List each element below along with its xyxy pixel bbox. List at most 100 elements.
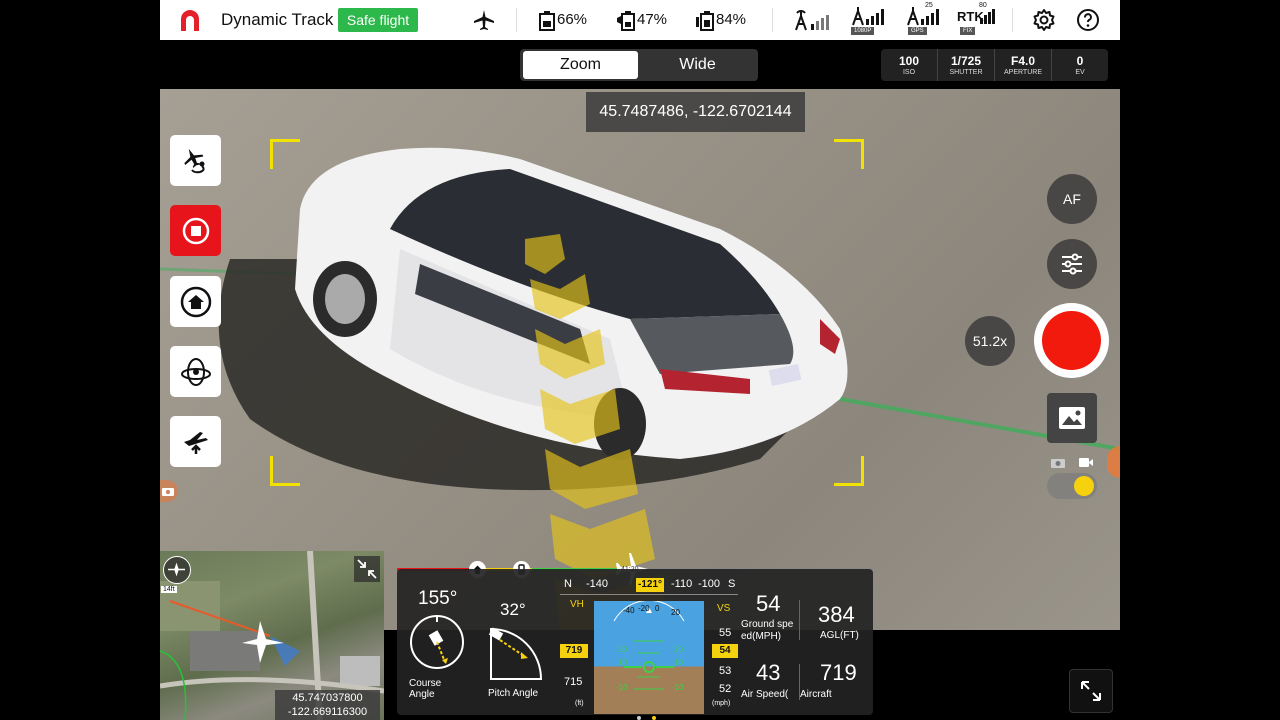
- aircraft-coordinates: 45.747037800 -122.669116300: [275, 690, 380, 720]
- wide-tab[interactable]: Wide: [640, 51, 755, 79]
- iso-param[interactable]: 100 ISO: [881, 49, 938, 81]
- page-dot[interactable]: [637, 716, 641, 720]
- heading-north: N: [564, 578, 572, 590]
- gps-count: 25: [925, 2, 933, 9]
- aircraft-longitude: -122.669116300: [287, 706, 368, 718]
- lens-toggle: Zoom Wide: [520, 49, 758, 81]
- att-top-tick: 0: [655, 604, 660, 613]
- settings-gear-icon[interactable]: [1032, 8, 1056, 32]
- side-panel-tab[interactable]: [1107, 446, 1120, 478]
- video-mode-icon: [1079, 458, 1093, 467]
- app-title: Dynamic Track: [221, 10, 334, 29]
- shutter-value: 1/725: [950, 54, 982, 68]
- separator: [1012, 8, 1013, 32]
- agl-value: 384: [818, 602, 855, 627]
- target-coordinates: 45.7487486, -122.6702144: [586, 92, 805, 132]
- rtk-count: 80: [979, 2, 987, 9]
- attitude-indicator: -40 -20 0 20 20 10 -10 20 10 -10: [594, 601, 704, 714]
- air-speed-value: 43: [756, 660, 781, 685]
- tracking-frame-corner: [834, 139, 864, 169]
- flight-status-badge: Safe flight: [338, 8, 418, 32]
- aircraft-icon[interactable]: [472, 8, 496, 32]
- record-button[interactable]: [1034, 303, 1109, 378]
- att-left-tick: 10: [618, 658, 627, 667]
- air-speed-label: Air Speed(: [741, 689, 789, 700]
- collapse-icon: [357, 559, 377, 579]
- autofocus-button[interactable]: AF: [1047, 174, 1097, 224]
- stop-icon: [182, 217, 209, 244]
- separator: [516, 8, 517, 32]
- home-icon: [180, 286, 211, 317]
- aperture-param[interactable]: F4.0 APERTURE: [995, 49, 1052, 81]
- vh-label: VH: [570, 599, 584, 610]
- video-quality-tag: 1080P: [851, 27, 875, 35]
- switch-knob: [1074, 476, 1094, 496]
- att-left-tick: 20: [618, 645, 627, 654]
- photo-video-switch[interactable]: [1047, 473, 1097, 499]
- remote-battery-icon: [617, 11, 635, 31]
- zoom-tab[interactable]: Zoom: [523, 51, 638, 79]
- aircraft-battery-value: 66%: [557, 11, 588, 28]
- att-left-tick: -10: [616, 683, 628, 692]
- page-dot-active[interactable]: [652, 716, 656, 720]
- att-right-tick: -10: [672, 683, 684, 692]
- gps-tag: GPS: [908, 27, 927, 35]
- orbit-mode-button[interactable]: [170, 346, 221, 397]
- stop-button[interactable]: [170, 205, 221, 256]
- return-home-button[interactable]: [170, 276, 221, 327]
- vs-label: VS: [717, 603, 731, 614]
- takeoff-button[interactable]: [170, 416, 221, 467]
- fullscreen-button[interactable]: [1069, 669, 1113, 713]
- course-compass-dial: [410, 615, 464, 669]
- tracking-frame-corner: [270, 456, 300, 486]
- compass-button[interactable]: [163, 556, 191, 584]
- att-right-tick: 10: [674, 658, 683, 667]
- waypoint-plane-icon: [183, 148, 205, 173]
- tracking-frame-corner: [834, 456, 864, 486]
- camera-icon: [162, 488, 174, 496]
- expand-icon: [1081, 681, 1101, 701]
- ground-speed-label: Ground spe ed(MPH): [741, 619, 794, 642]
- course-angle-value: 155°: [418, 588, 458, 609]
- app-logo-icon[interactable]: [178, 9, 202, 33]
- aircraft-altitude-label: Aircraft: [800, 689, 832, 700]
- vh-tick: 715: [564, 676, 583, 688]
- pitch-angle-label: Pitch Angle: [488, 688, 539, 699]
- vs-tick: 52: [719, 683, 732, 695]
- remote-battery-value: 47%: [637, 11, 668, 28]
- camera-settings-button[interactable]: [1047, 239, 1097, 289]
- rtk-fix-tag: FIX: [960, 27, 976, 35]
- ground-speed-value: 54: [756, 591, 781, 616]
- shutter-param[interactable]: 1/725 SHUTTER: [938, 49, 995, 81]
- gallery-button[interactable]: [1047, 393, 1097, 443]
- waypoint-mission-button[interactable]: [170, 135, 221, 186]
- iso-label: ISO: [902, 69, 916, 76]
- photo-mode-icon: [1051, 459, 1065, 468]
- zoom-level-button[interactable]: 51.2x: [965, 316, 1015, 366]
- gallery-image-icon: [1059, 407, 1085, 429]
- heading-current: -121°: [636, 578, 664, 592]
- heading-tick: -110: [671, 578, 693, 590]
- vs-tick: 53: [719, 665, 732, 677]
- top-bar: Dynamic Track Safe flight 66% 47% 84% 10…: [160, 0, 1120, 40]
- agl-label: AGL(FT): [820, 630, 859, 641]
- camera-parameters[interactable]: 100 ISO 1/725 SHUTTER F4.0 APERTURE 0 EV: [881, 49, 1108, 81]
- ev-param[interactable]: 0 EV: [1052, 49, 1108, 81]
- aperture-value: F4.0: [1010, 54, 1035, 68]
- takeoff-plane-icon: [183, 431, 208, 454]
- map-expand-button[interactable]: [354, 556, 380, 582]
- help-icon[interactable]: [1076, 8, 1100, 32]
- vh-current: 719: [560, 644, 588, 658]
- map-scale-tag: 14ft: [161, 586, 177, 593]
- divider: [799, 600, 800, 640]
- compass-plane-icon: [168, 562, 185, 577]
- vs-unit: (mph): [712, 700, 731, 707]
- separator: [772, 8, 773, 32]
- att-top-tick: -20: [638, 604, 650, 613]
- aircraft-altitude-value: 719: [820, 660, 857, 685]
- tracking-frame-corner: [270, 139, 300, 169]
- sliders-icon: [1062, 253, 1082, 275]
- aperture-label: APERTURE: [1004, 69, 1042, 76]
- iso-value: 100: [898, 54, 920, 68]
- shutter-label: SHUTTER: [949, 69, 983, 76]
